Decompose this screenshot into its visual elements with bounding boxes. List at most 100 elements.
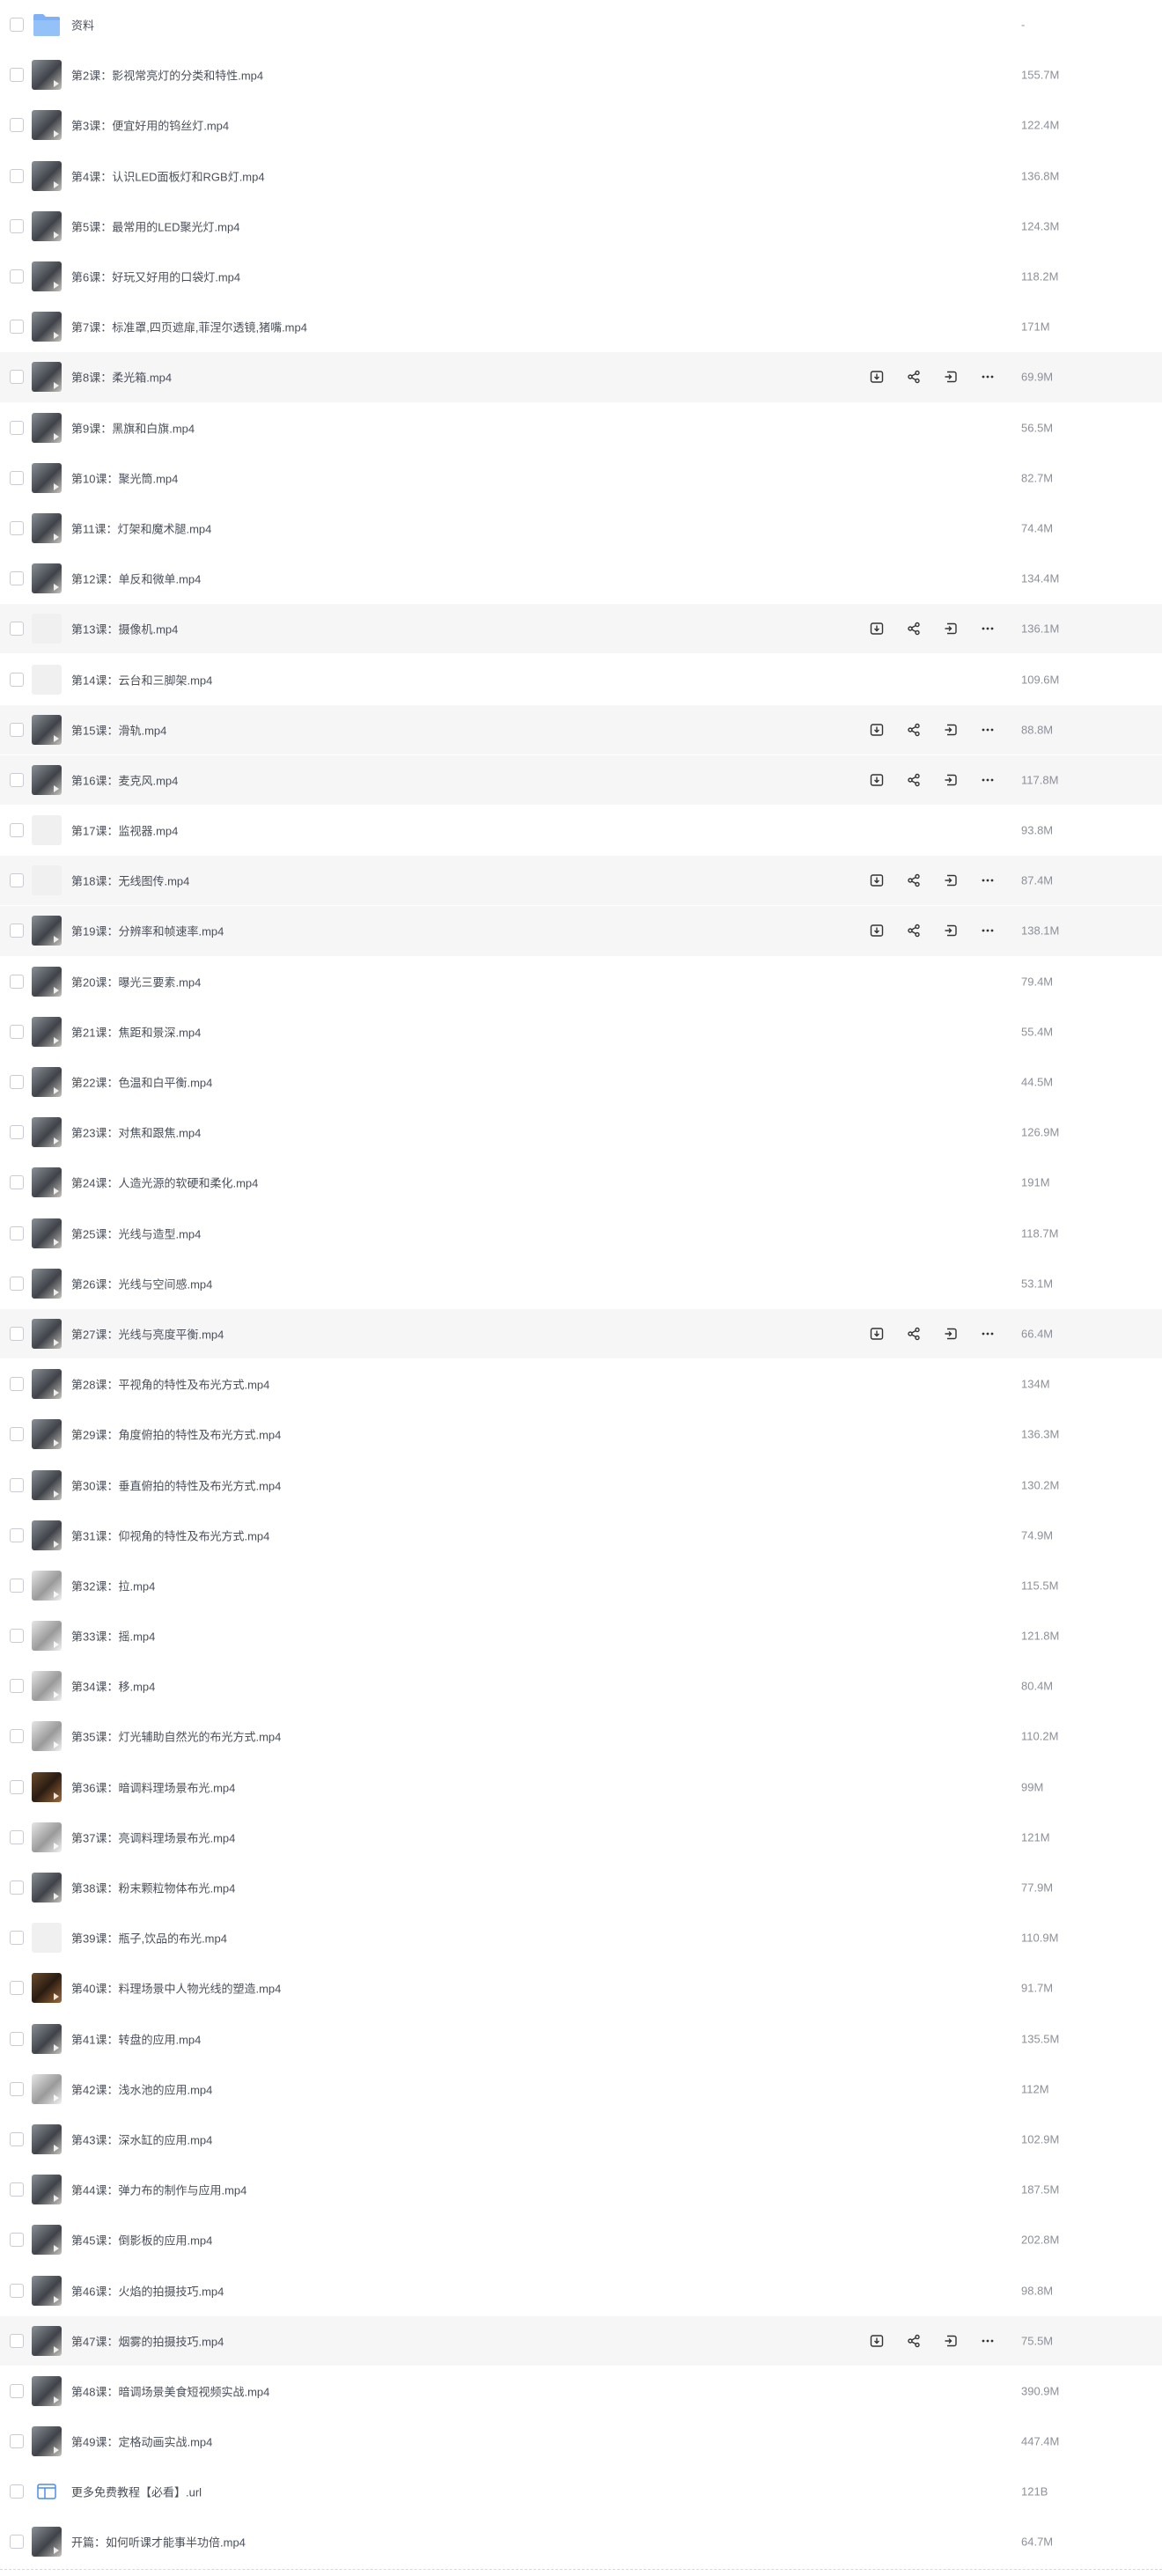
move-icon[interactable] (941, 1324, 960, 1343)
download-icon[interactable] (867, 720, 886, 740)
move-icon[interactable] (941, 770, 960, 790)
row-checkbox[interactable] (10, 622, 24, 637)
file-row[interactable]: 第32课：拉.mp4 115.5M (0, 1561, 1162, 1611)
row-checkbox[interactable] (10, 1326, 24, 1341)
move-icon[interactable] (941, 720, 960, 740)
row-checkbox[interactable] (10, 1175, 24, 1190)
download-icon[interactable] (867, 1324, 886, 1343)
file-row[interactable]: 第33课：摇.mp4 121.8M (0, 1611, 1162, 1662)
file-name[interactable]: 第26课：光线与空间感.mp4 (71, 1275, 212, 1292)
file-name[interactable]: 第39课：瓶子,饮品的布光.mp4 (71, 1930, 227, 1947)
file-name[interactable]: 第21课：焦距和景深.mp4 (71, 1023, 201, 1040)
row-checkbox[interactable] (10, 672, 24, 687)
file-row[interactable]: 第29课：角度俯拍的特性及布光方式.mp4 136.3M (0, 1409, 1162, 1461)
file-row[interactable]: 第28课：平视角的特性及布光方式.mp4 134M (0, 1359, 1162, 1410)
more-icon[interactable] (978, 1324, 997, 1343)
file-name[interactable]: 第27课：光线与亮度平衡.mp4 (71, 1325, 224, 1342)
file-row[interactable]: 第26课：光线与空间感.mp4 53.1M (0, 1259, 1162, 1309)
file-row[interactable]: 第40课：料理场景中人物光线的塑造.mp4 91.7M (0, 1963, 1162, 2014)
row-checkbox[interactable] (10, 1578, 24, 1593)
row-checkbox[interactable] (10, 974, 24, 989)
download-icon[interactable] (867, 770, 886, 790)
row-checkbox[interactable] (10, 1629, 24, 1644)
share-icon[interactable] (904, 2331, 923, 2351)
file-row[interactable]: 第42课：浅水池的应用.mp4 112M (0, 2064, 1162, 2115)
row-checkbox[interactable] (10, 18, 24, 33)
more-icon[interactable] (978, 770, 997, 790)
more-icon[interactable] (978, 921, 997, 940)
row-checkbox[interactable] (10, 2182, 24, 2197)
file-name[interactable]: 第5课：最常用的LED聚光灯.mp4 (71, 217, 239, 234)
file-name[interactable]: 第41课：转盘的应用.mp4 (71, 2030, 201, 2047)
file-row[interactable]: 第36课：暗调料理场景布光.mp4 99M (0, 1763, 1162, 1813)
share-icon[interactable] (904, 871, 923, 890)
more-icon[interactable] (978, 2331, 997, 2351)
file-name[interactable]: 第29课：角度俯拍的特性及布光方式.mp4 (71, 1426, 281, 1443)
row-checkbox[interactable] (10, 1829, 24, 1844)
file-row[interactable]: 第9课：黑旗和白旗.mp4 56.5M (0, 403, 1162, 453)
file-row[interactable]: 第17课：监视器.mp4 93.8M (0, 806, 1162, 857)
file-row[interactable]: 第16课：麦克风.mp4 117.8M (0, 754, 1162, 806)
file-name[interactable]: 第23课：对焦和跟焦.mp4 (71, 1124, 201, 1141)
file-name[interactable]: 第43课：深水缸的应用.mp4 (71, 2131, 212, 2147)
file-row[interactable]: 第14课：云台和三脚架.mp4 109.6M (0, 654, 1162, 705)
file-name[interactable]: 第22课：色温和白平衡.mp4 (71, 1074, 212, 1091)
file-row[interactable]: 第48课：暗调场景美食短视频实战.mp4 390.9M (0, 2366, 1162, 2417)
row-checkbox[interactable] (10, 1276, 24, 1291)
file-name[interactable]: 开篇：如何听课才能事半功倍.mp4 (71, 2534, 246, 2550)
download-icon[interactable] (867, 619, 886, 638)
file-name[interactable]: 第42课：浅水池的应用.mp4 (71, 2080, 212, 2097)
row-checkbox[interactable] (10, 1679, 24, 1694)
more-icon[interactable] (978, 871, 997, 890)
row-checkbox[interactable] (10, 1024, 24, 1039)
file-row[interactable]: 第24课：人造光源的软硬和柔化.mp4 191M (0, 1158, 1162, 1209)
file-row[interactable]: 第2课：影视常亮灯的分类和特性.mp4 155.7M (0, 50, 1162, 101)
row-checkbox[interactable] (10, 722, 24, 737)
file-row[interactable]: 第45课：倒影板的应用.mp4 202.8M (0, 2215, 1162, 2266)
move-icon[interactable] (941, 619, 960, 638)
file-row[interactable]: 第22课：色温和白平衡.mp4 44.5M (0, 1057, 1162, 1108)
file-row[interactable]: 第46课：火焰的拍摄技巧.mp4 98.8M (0, 2265, 1162, 2316)
file-name[interactable]: 第9课：黑旗和白旗.mp4 (71, 419, 195, 436)
row-checkbox[interactable] (10, 1427, 24, 1442)
move-icon[interactable] (941, 871, 960, 890)
row-checkbox[interactable] (10, 924, 24, 938)
file-name[interactable]: 第33课：摇.mp4 (71, 1628, 155, 1645)
file-row[interactable]: 第23课：对焦和跟焦.mp4 126.9M (0, 1108, 1162, 1159)
share-icon[interactable] (904, 720, 923, 740)
row-checkbox[interactable] (10, 168, 24, 183)
file-row[interactable]: 第34课：移.mp4 80.4M (0, 1661, 1162, 1712)
move-icon[interactable] (941, 2331, 960, 2351)
file-name[interactable]: 第6课：好玩又好用的口袋灯.mp4 (71, 269, 240, 285)
move-icon[interactable] (941, 921, 960, 940)
file-row[interactable]: 更多免费教程【必看】.url 121B (0, 2467, 1162, 2518)
file-row[interactable]: 开篇：如何听课才能事半功倍.mp4 64.7M (0, 2517, 1162, 2568)
row-checkbox[interactable] (10, 873, 24, 888)
row-checkbox[interactable] (10, 2383, 24, 2398)
file-name[interactable]: 第10课：聚光筒.mp4 (71, 469, 178, 486)
file-row[interactable]: 第15课：滑轨.mp4 88.8M (0, 704, 1162, 755)
file-name[interactable]: 更多免费教程【必看】.url (71, 2484, 202, 2500)
file-name[interactable]: 第49课：定格动画实战.mp4 (71, 2433, 212, 2450)
row-checkbox[interactable] (10, 772, 24, 787)
file-row[interactable]: 第43课：深水缸的应用.mp4 102.9M (0, 2115, 1162, 2166)
file-name[interactable]: 第2课：影视常亮灯的分类和特性.mp4 (71, 67, 263, 84)
folder-row[interactable]: 资料 - (0, 0, 1162, 51)
file-name[interactable]: 第36课：暗调料理场景布光.mp4 (71, 1778, 235, 1795)
file-name[interactable]: 第11课：灯架和魔术腿.mp4 (71, 519, 211, 536)
file-name[interactable]: 第8课：柔光箱.mp4 (71, 369, 172, 386)
file-name[interactable]: 第46课：火焰的拍摄技巧.mp4 (71, 2282, 224, 2299)
file-name[interactable]: 第13课：摄像机.mp4 (71, 621, 178, 637)
more-icon[interactable] (978, 720, 997, 740)
row-checkbox[interactable] (10, 1527, 24, 1542)
row-checkbox[interactable] (10, 2484, 24, 2499)
file-row[interactable]: 第4课：认识LED面板灯和RGB灯.mp4 136.8M (0, 151, 1162, 202)
file-name[interactable]: 第40课：料理场景中人物光线的塑造.mp4 (71, 1980, 281, 1997)
download-icon[interactable] (867, 921, 886, 940)
file-row[interactable]: 第8课：柔光箱.mp4 69.9M (0, 352, 1162, 403)
row-checkbox[interactable] (10, 1477, 24, 1492)
file-row[interactable]: 第10课：聚光筒.mp4 82.7M (0, 453, 1162, 504)
row-checkbox[interactable] (10, 1225, 24, 1240)
row-checkbox[interactable] (10, 520, 24, 535)
file-name[interactable]: 第37课：亮调料理场景布光.mp4 (71, 1829, 235, 1845)
